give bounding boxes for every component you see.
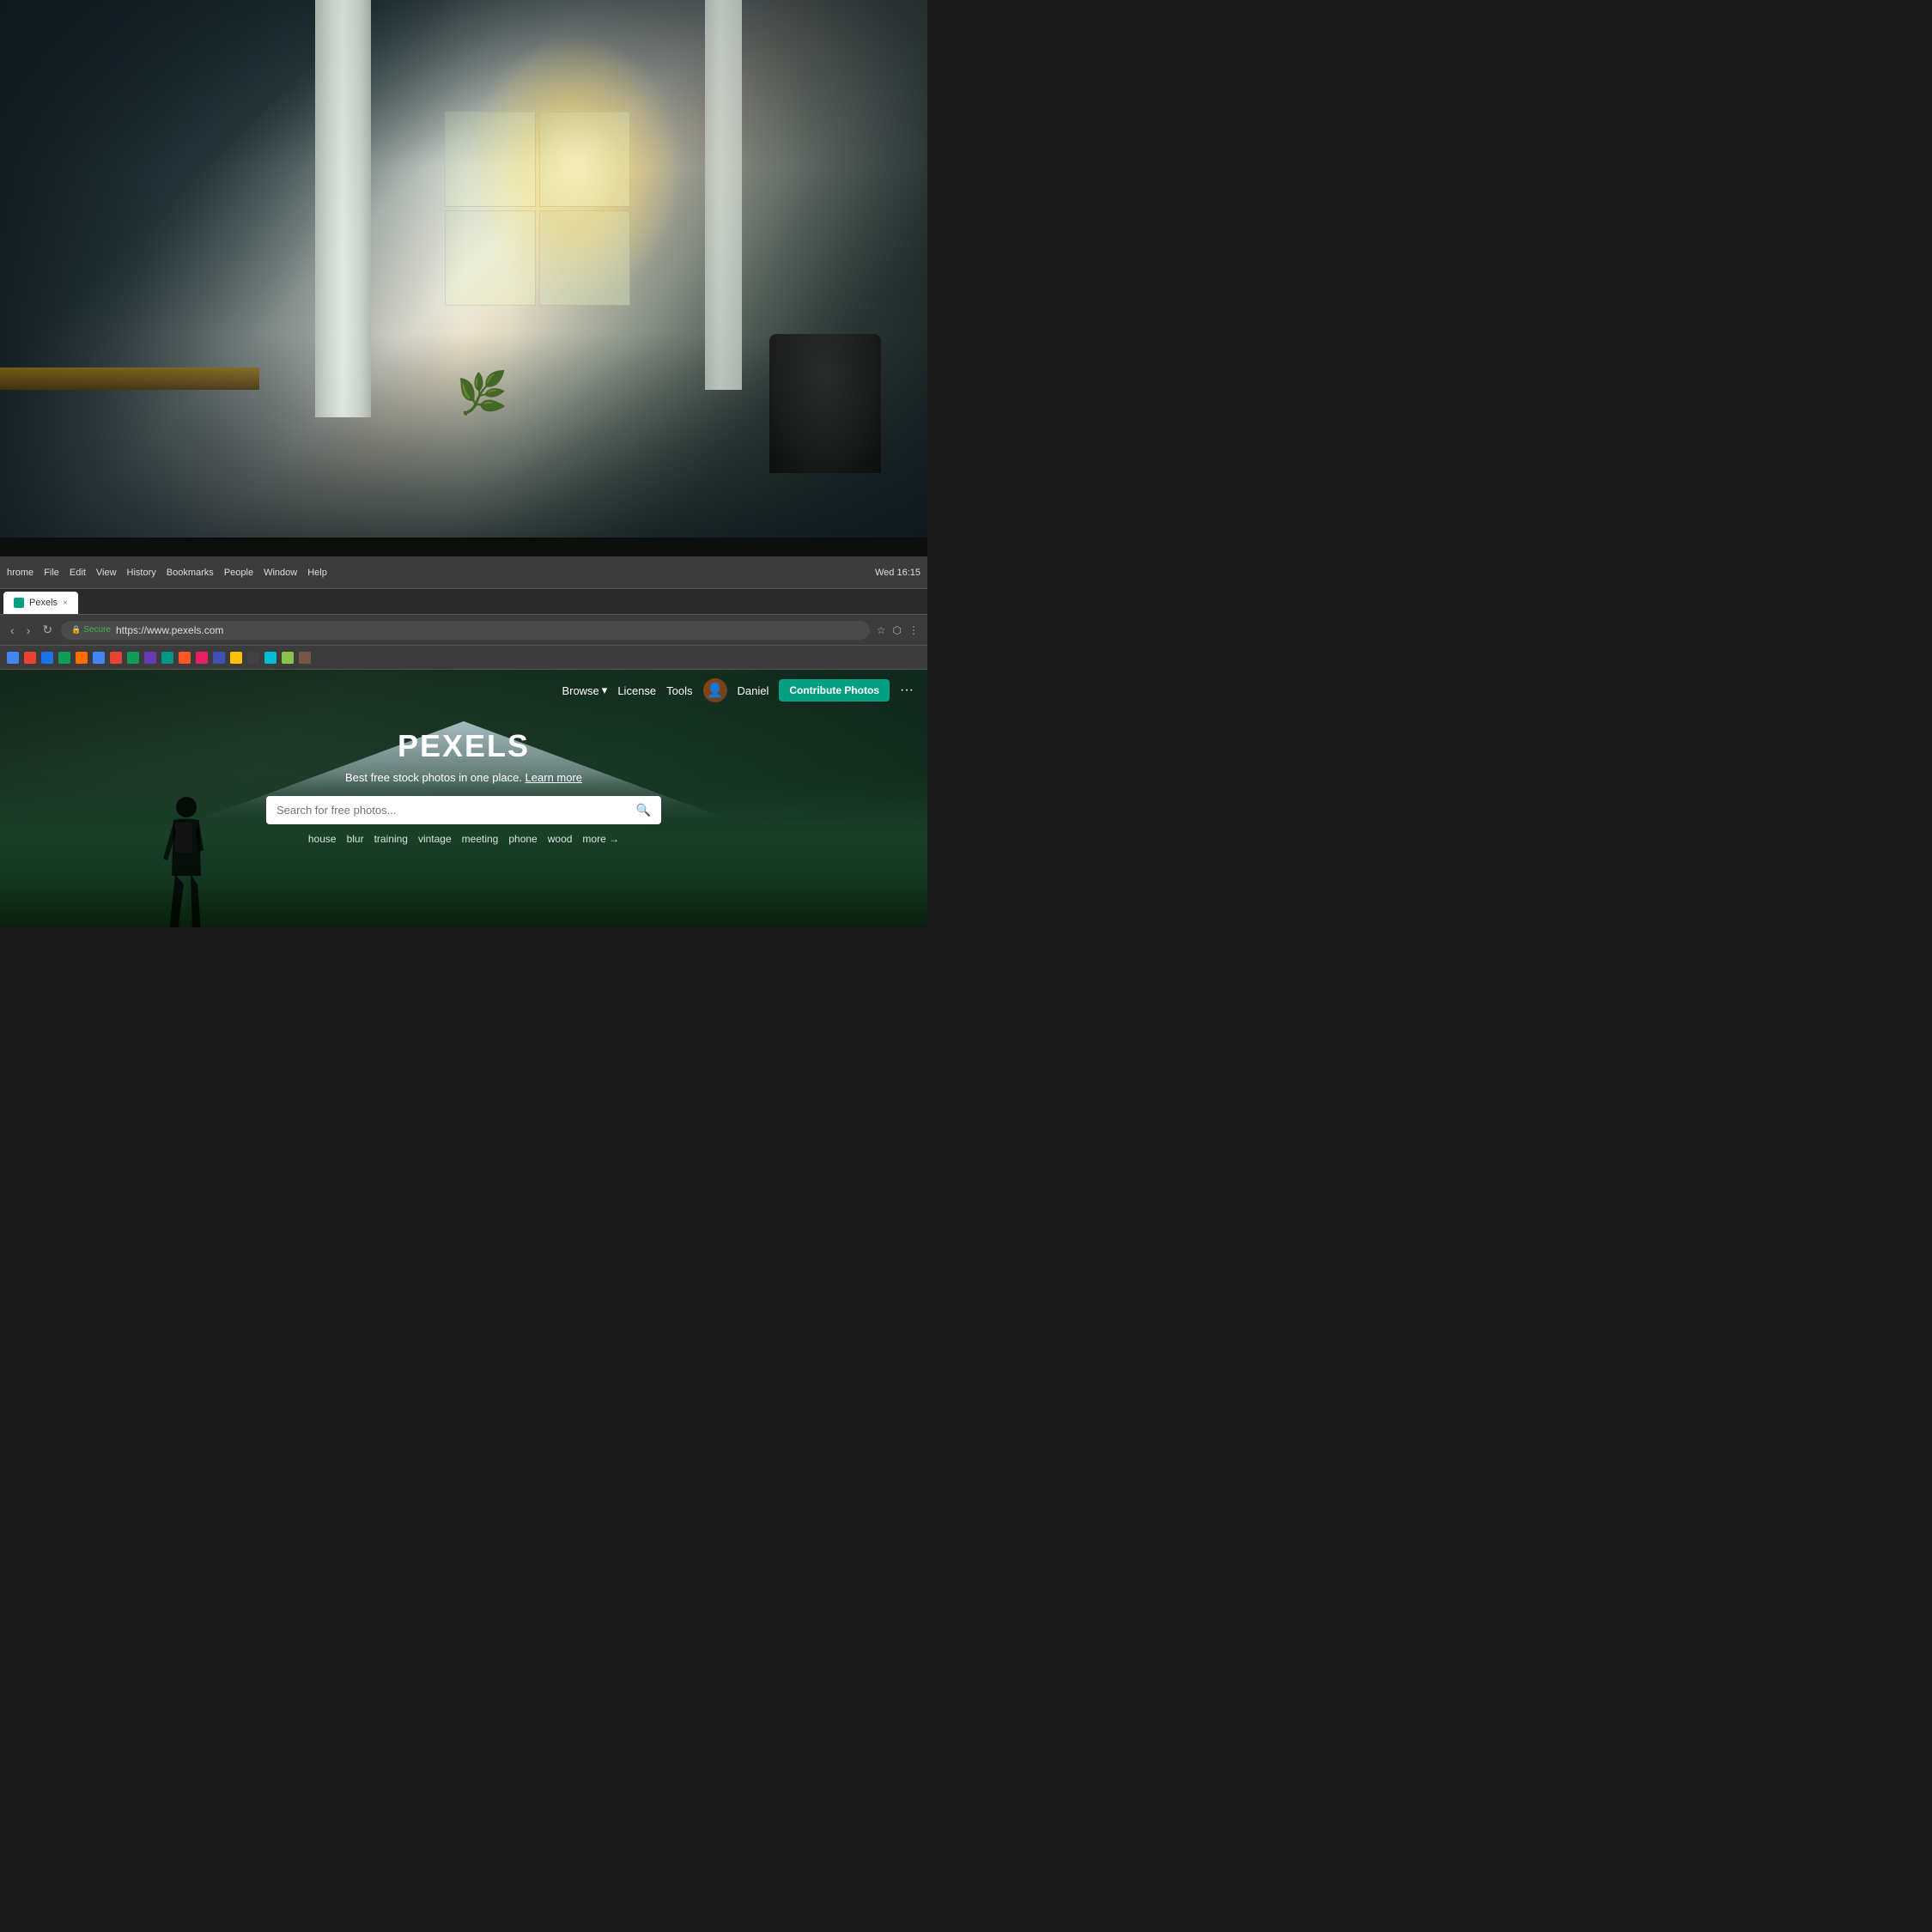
pexels-website: Browse ▾ License Tools 👤 Daniel Contribu… (0, 670, 927, 927)
system-clock: Wed 16:15 (875, 568, 920, 578)
office-table (0, 368, 259, 390)
window-pane (445, 210, 536, 306)
menu-file[interactable]: File (44, 568, 59, 578)
nav-license-link[interactable]: License (617, 684, 656, 697)
search-container[interactable]: 🔍 (266, 796, 661, 824)
quick-tag-wood[interactable]: wood (548, 833, 573, 845)
background-windows (445, 112, 630, 307)
tab-bar: Pexels × (0, 589, 927, 615)
bookmark-pink-icon[interactable] (196, 652, 208, 664)
menu-window[interactable]: Window (264, 568, 297, 578)
tab-title: Pexels (29, 598, 58, 608)
bookmark-brown-icon[interactable] (299, 652, 311, 664)
secure-badge: 🔒 Secure (71, 625, 111, 635)
bookmark-cal2-icon[interactable] (58, 652, 70, 664)
bookmark-green-icon[interactable] (127, 652, 139, 664)
bookmark-gmail-icon[interactable] (7, 652, 19, 664)
menu-edit[interactable]: Edit (70, 568, 86, 578)
pexels-navigation: Browse ▾ License Tools 👤 Daniel Contribu… (0, 670, 927, 711)
hero-tagline: Best free stock photos in one place. Lea… (345, 771, 582, 784)
bookmark-blue-icon[interactable] (93, 652, 105, 664)
pillar-right (705, 0, 742, 390)
forward-button[interactable]: › (23, 622, 34, 639)
menu-help[interactable]: Help (307, 568, 327, 578)
office-plant (445, 306, 519, 417)
bookmark-gmail-icon[interactable] (24, 652, 36, 664)
bookmark-circle-icon[interactable] (76, 652, 88, 664)
user-name[interactable]: Daniel (738, 684, 769, 697)
secure-label: Secure (83, 625, 111, 635)
system-tray: Wed 16:15 (875, 568, 920, 578)
quick-tag-house[interactable]: house (308, 833, 337, 845)
menu-people[interactable]: People (224, 568, 253, 578)
chevron-down-icon: ▾ (602, 683, 608, 697)
monitor-screen: hrome File Edit View History Bookmarks P… (0, 556, 927, 927)
lock-icon: 🔒 (71, 625, 81, 635)
reload-button[interactable]: ↻ (39, 621, 56, 639)
hero-content: PEXELS Best free stock photos in one pla… (0, 711, 927, 859)
quick-tag-phone[interactable]: phone (508, 833, 537, 845)
window-pane (539, 210, 630, 306)
bookmark-yellow-icon[interactable] (230, 652, 242, 664)
search-input[interactable] (276, 804, 629, 817)
pexels-logo: PEXELS (398, 728, 530, 764)
quick-tag-meeting[interactable]: meeting (462, 833, 499, 845)
menu-bookmarks[interactable]: Bookmarks (167, 568, 214, 578)
quick-search-tags: house blur training vintage meeting phon… (308, 833, 619, 845)
window-pane (539, 112, 630, 207)
window-pane (445, 112, 536, 207)
bookmark-indigo-icon[interactable] (213, 652, 225, 664)
tab-favicon (14, 598, 24, 608)
back-button[interactable]: ‹ (7, 622, 18, 639)
contribute-photos-button[interactable]: Contribute Photos (779, 679, 890, 702)
address-bar: ‹ › ↻ 🔒 Secure https://www.pexels.com ☆ … (0, 615, 927, 646)
office-photo-background (0, 0, 927, 556)
bookmark-cyan-icon[interactable] (264, 652, 276, 664)
tab-close-button[interactable]: × (63, 598, 68, 608)
menu-history[interactable]: History (127, 568, 156, 578)
bookmark-calendar-icon[interactable] (41, 652, 53, 664)
bookmark-dark-icon[interactable] (247, 652, 259, 664)
extension-icon[interactable]: ⬡ (891, 623, 903, 638)
pillar-left (315, 0, 371, 417)
pexels-hero: Browse ▾ License Tools 👤 Daniel Contribu… (0, 670, 927, 927)
quick-tag-blur[interactable]: blur (347, 833, 364, 845)
office-chair (769, 334, 881, 473)
browser-menu: hrome File Edit View History Bookmarks P… (7, 568, 872, 578)
search-icon[interactable]: 🔍 (636, 803, 651, 817)
menu-chrome[interactable]: hrome (7, 568, 33, 578)
nav-browse-button[interactable]: Browse ▾ (562, 683, 607, 697)
bookmark-teal-icon[interactable] (161, 652, 173, 664)
star-icon[interactable]: ☆ (875, 623, 888, 638)
bookmark-orange-icon[interactable] (179, 652, 191, 664)
address-input[interactable]: 🔒 Secure https://www.pexels.com (61, 621, 870, 640)
quick-tag-vintage[interactable]: vintage (418, 833, 452, 845)
url-text: https://www.pexels.com (116, 624, 223, 636)
nav-tools-link[interactable]: Tools (666, 684, 692, 697)
learn-more-link[interactable]: Learn more (526, 771, 582, 784)
bookmarks-bar (0, 646, 927, 670)
address-bar-actions: ☆ ⬡ ⋮ (875, 623, 920, 638)
more-options-button[interactable]: ··· (900, 683, 914, 698)
browser-menu-bar: hrome File Edit View History Bookmarks P… (0, 556, 927, 589)
user-avatar[interactable]: 👤 (703, 678, 727, 702)
bookmark-red-icon[interactable] (110, 652, 122, 664)
bookmark-lime-icon[interactable] (282, 652, 294, 664)
bookmark-purple-icon[interactable] (144, 652, 156, 664)
active-tab[interactable]: Pexels × (3, 592, 78, 614)
quick-tag-training[interactable]: training (374, 833, 408, 845)
quick-tags-more[interactable]: more → (582, 833, 619, 845)
menu-view[interactable]: View (96, 568, 117, 578)
settings-icon[interactable]: ⋮ (907, 623, 920, 638)
